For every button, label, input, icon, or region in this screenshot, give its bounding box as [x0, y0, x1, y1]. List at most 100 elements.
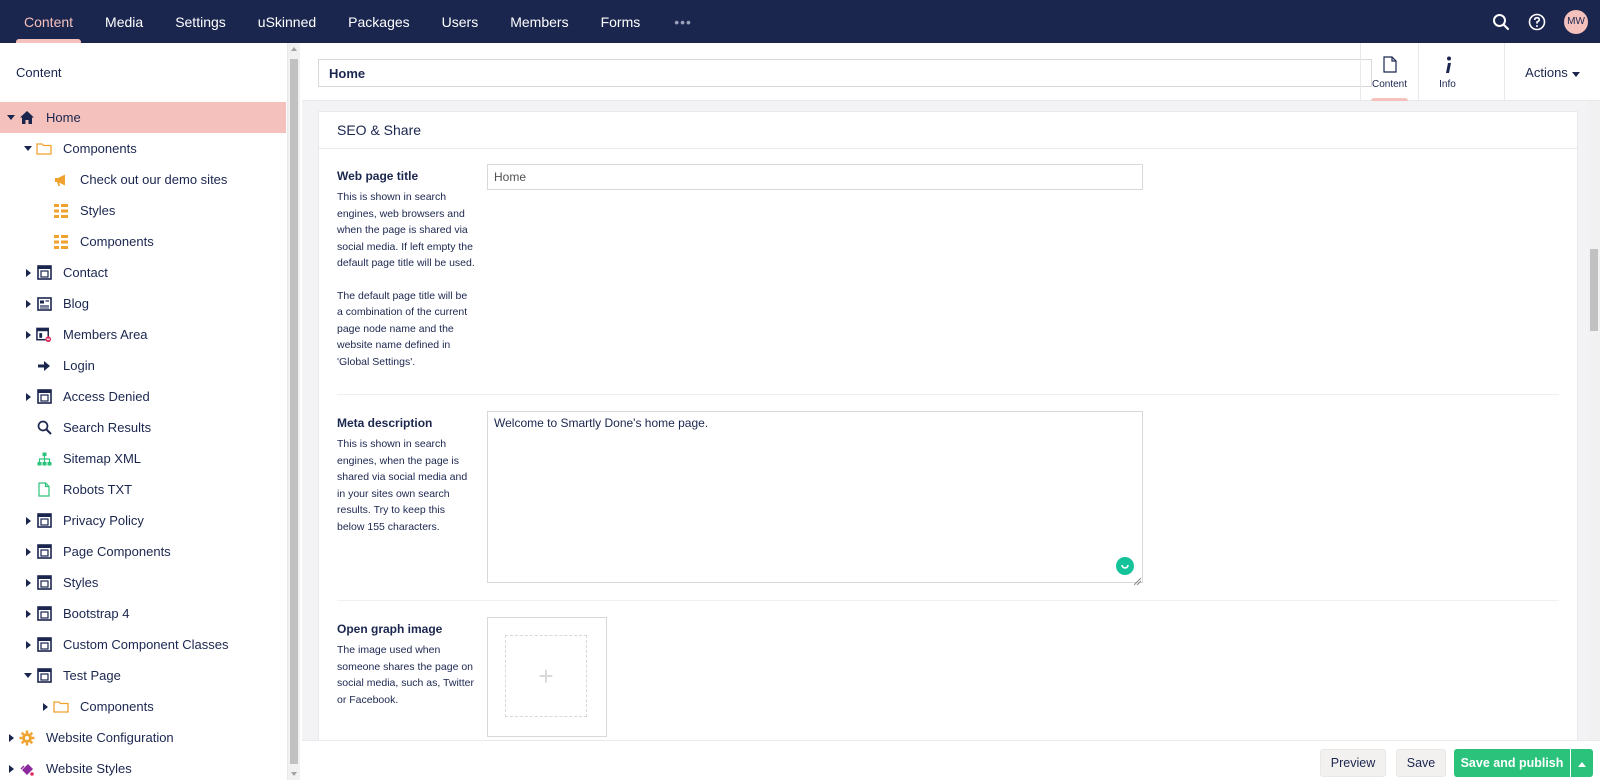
- layout-icon: [36, 606, 52, 622]
- section-content[interactable]: Content: [8, 0, 89, 43]
- layout-icon: [36, 265, 52, 281]
- layout-icon: [36, 637, 52, 653]
- caret-right-icon[interactable]: [23, 299, 33, 309]
- arrow-right-icon: [36, 358, 52, 374]
- editor-scrollbar[interactable]: [1588, 101, 1600, 740]
- user-avatar[interactable]: MW: [1564, 9, 1588, 34]
- gear-icon: [19, 730, 35, 746]
- tree-node[interactable]: Website Styles: [0, 753, 286, 780]
- caret-right-icon[interactable]: [23, 547, 33, 557]
- caret-right-icon[interactable]: [23, 392, 33, 402]
- tree-node[interactable]: Contact: [0, 257, 286, 288]
- meta-description-textarea[interactable]: Welcome to Smartly Done's home page.: [487, 411, 1143, 586]
- sidebar-scroll-thumb[interactable]: [290, 59, 298, 764]
- publish-options-button[interactable]: [1571, 749, 1593, 777]
- description-paragraph: The default page title will be a combina…: [337, 289, 468, 368]
- group-title: SEO & Share: [319, 112, 1577, 149]
- tree-node[interactable]: Sitemap XML: [0, 443, 286, 474]
- save-and-publish-button[interactable]: Save and publish: [1454, 749, 1570, 777]
- document-icon: [36, 482, 52, 498]
- caret-up-icon: [1578, 756, 1586, 770]
- tree-node[interactable]: Privacy Policy: [0, 505, 286, 536]
- tree-node[interactable]: Page Components: [0, 536, 286, 567]
- caret-down-icon[interactable]: [6, 113, 16, 123]
- editor-scroll-thumb[interactable]: [1590, 249, 1598, 331]
- tree-node[interactable]: Blog: [0, 288, 286, 319]
- open-graph-image-picker: +: [487, 617, 607, 737]
- tree-node[interactable]: Styles: [0, 567, 286, 598]
- caret-right-icon[interactable]: [23, 640, 33, 650]
- add-image-button[interactable]: +: [505, 635, 587, 717]
- tree-node[interactable]: Test Page: [0, 660, 286, 691]
- sidebar-scrollbar[interactable]: [288, 43, 300, 780]
- layout-icon: [36, 513, 52, 529]
- section-members[interactable]: Members: [494, 0, 584, 43]
- tree-node[interactable]: Access Denied: [0, 381, 286, 412]
- caret-right-icon[interactable]: [23, 516, 33, 526]
- section-uskinned[interactable]: uSkinned: [242, 0, 332, 43]
- folder-icon: [53, 699, 69, 715]
- tree-node[interactable]: Search Results: [0, 412, 286, 443]
- scroll-down-arrow-icon[interactable]: [291, 772, 297, 776]
- section-media[interactable]: Media: [89, 0, 159, 43]
- content-tree-sidebar: Content Home Components Check out our demo…: [0, 43, 288, 780]
- home-icon: [19, 110, 35, 126]
- tree-node[interactable]: Robots TXT: [0, 474, 286, 505]
- caret-down-icon[interactable]: [23, 671, 33, 681]
- section-settings[interactable]: Settings: [159, 0, 242, 43]
- tree-node[interactable]: Components: [0, 691, 286, 722]
- caret-right-icon[interactable]: [23, 609, 33, 619]
- grammarly-icon[interactable]: [1116, 557, 1134, 575]
- caret-right-icon[interactable]: [23, 330, 33, 340]
- tree-node-label: Privacy Policy: [63, 513, 144, 528]
- scroll-up-arrow-icon[interactable]: [291, 47, 297, 51]
- caret-right-icon[interactable]: [6, 733, 16, 743]
- tree-node[interactable]: Components: [0, 226, 286, 257]
- top-right-tools: MW: [1490, 0, 1588, 43]
- tab-content[interactable]: Content: [1360, 43, 1418, 101]
- grid-list-icon: [53, 203, 69, 219]
- sidebar-title: Content: [16, 65, 62, 80]
- caret-right-icon[interactable]: [23, 578, 33, 588]
- caret-right-icon[interactable]: [23, 268, 33, 278]
- caret-right-icon[interactable]: [6, 764, 16, 774]
- caret-down-icon[interactable]: [23, 144, 33, 154]
- document-icon: [1382, 55, 1397, 75]
- tree-node-label: Access Denied: [63, 389, 150, 404]
- tree-node[interactable]: Styles: [0, 195, 286, 226]
- tree-node[interactable]: Components: [0, 133, 286, 164]
- section-packages[interactable]: Packages: [332, 0, 425, 43]
- help-icon[interactable]: [1526, 11, 1548, 33]
- actions-menu-button[interactable]: Actions: [1504, 43, 1600, 101]
- tree-node[interactable]: Website Configuration: [0, 722, 286, 753]
- tree-node[interactable]: Home: [0, 102, 286, 133]
- more-sections-button[interactable]: •••: [656, 0, 710, 43]
- layout-restricted-icon: [36, 327, 52, 343]
- tab-info-label: Info: [1439, 78, 1456, 90]
- divider: [337, 394, 1559, 395]
- tree-node[interactable]: Bootstrap 4: [0, 598, 286, 629]
- node-name-input[interactable]: Home: [318, 59, 1372, 87]
- preview-button[interactable]: Preview: [1320, 749, 1386, 777]
- tree-node[interactable]: Login: [0, 350, 286, 381]
- tree-node-label: Members Area: [63, 327, 148, 342]
- tree-node-label: Check out our demo sites: [80, 172, 228, 187]
- search-icon[interactable]: [1490, 11, 1512, 33]
- top-navigation-bar: Content Media Settings uSkinned Packages…: [0, 0, 1600, 43]
- tree-node[interactable]: Check out our demo sites: [0, 164, 286, 195]
- caret-right-icon[interactable]: [40, 702, 50, 712]
- layout-icon: [36, 544, 52, 560]
- tree-node[interactable]: Custom Component Classes: [0, 629, 286, 660]
- resize-handle-icon[interactable]: [1133, 574, 1142, 586]
- section-forms[interactable]: Forms: [585, 0, 657, 43]
- save-button[interactable]: Save: [1396, 749, 1446, 777]
- tree-node-label: Styles: [80, 203, 116, 218]
- tree-node-label: Styles: [63, 575, 99, 590]
- property-description: The image used when someone shares the p…: [337, 644, 474, 706]
- tree-node[interactable]: Members Area: [0, 319, 286, 350]
- section-users[interactable]: Users: [426, 0, 495, 43]
- tab-info[interactable]: Info: [1418, 43, 1476, 101]
- tree-node-label: Login: [63, 358, 95, 373]
- web-page-title-input[interactable]: Home: [487, 164, 1143, 190]
- tree-node-label: Search Results: [63, 420, 152, 435]
